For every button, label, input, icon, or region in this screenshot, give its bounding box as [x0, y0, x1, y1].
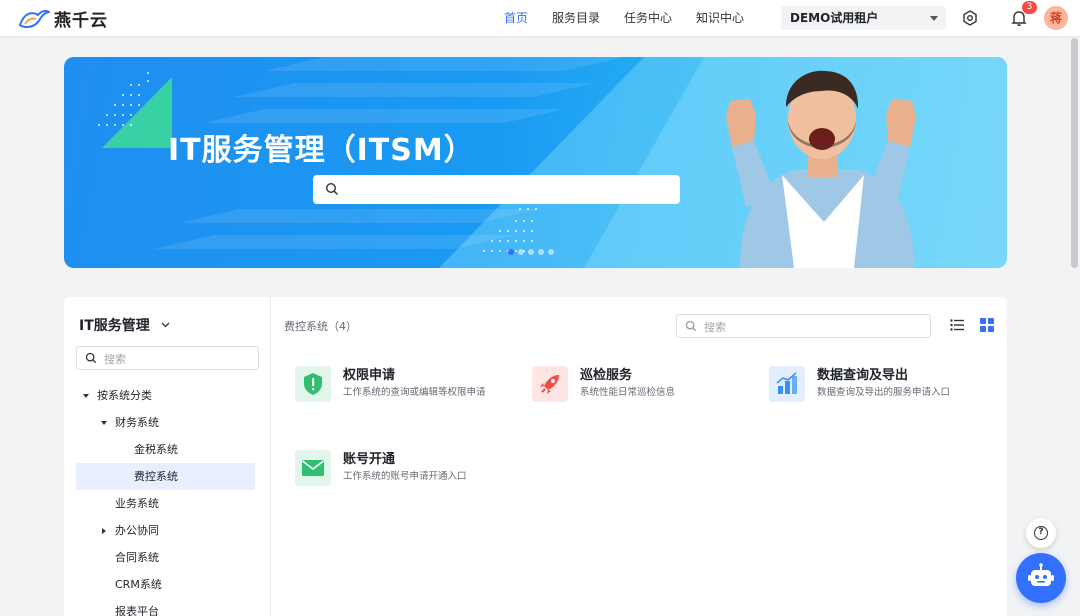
carousel-dot[interactable] — [518, 249, 524, 255]
category-tree: 按系统分类 财务系统 金税系统 费控系统 业务系统 办公协同 合同系统 CRM系… — [64, 382, 271, 616]
service-search-input[interactable]: 搜索 — [676, 314, 931, 338]
card-description: 系统性能日常巡检信息 — [580, 387, 676, 398]
card-title: 权限申请 — [343, 368, 396, 383]
list-view-icon[interactable] — [950, 318, 964, 332]
carousel-dots — [508, 249, 554, 255]
banner-title: IT服务管理（ITSM） — [168, 133, 475, 168]
catalog-selector[interactable]: IT服务管理 — [79, 315, 170, 335]
service-card-permission[interactable]: 权限申请 工作系统的查询或编辑等权限申请 — [295, 364, 515, 414]
card-title: 账号开通 — [343, 452, 396, 467]
hero-banner: IT服务管理（ITSM） — [64, 57, 1007, 268]
logo[interactable]: 燕千云 — [18, 6, 108, 31]
caret-down-icon — [83, 394, 89, 398]
swallow-logo-icon — [18, 9, 50, 28]
service-search-placeholder: 搜索 — [704, 321, 726, 334]
card-title: 数据查询及导出 — [817, 368, 909, 383]
sidebar-search-input[interactable]: 搜索 — [76, 346, 259, 370]
search-icon — [85, 352, 97, 364]
card-description: 工作系统的查询或编辑等权限申请 — [343, 387, 486, 398]
breadcrumb: 费控系统（4） — [284, 320, 357, 333]
service-card-data-export[interactable]: 数据查询及导出 数据查询及导出的服务申请入口 — [769, 364, 989, 414]
mail-icon — [295, 450, 331, 486]
settings-icon[interactable] — [961, 9, 979, 27]
caret-down-icon — [101, 421, 107, 425]
service-card-inspection[interactable]: 巡检服务 系统性能日常巡检信息 — [532, 364, 752, 414]
main-nav: 首页 服务目录 任务中心 知识中心 — [504, 0, 768, 36]
tree-item-business[interactable]: 业务系统 — [64, 490, 271, 517]
service-panel: IT服务管理 搜索 按系统分类 财务系统 金税系统 费控系统 业务系统 办公协同… — [64, 297, 1007, 616]
question-icon: ? — [1034, 526, 1048, 540]
tree-item-office[interactable]: 办公协同 — [64, 517, 271, 544]
sidebar-search-placeholder: 搜索 — [104, 353, 126, 366]
tree-item-label: 费控系统 — [134, 470, 178, 483]
carousel-dot[interactable] — [528, 249, 534, 255]
tree-item-finance[interactable]: 财务系统 — [64, 409, 271, 436]
tree-item-contract[interactable]: 合同系统 — [64, 544, 271, 571]
notification-badge: 3 — [1022, 1, 1037, 14]
nav-knowledge-center[interactable]: 知识中心 — [696, 0, 744, 36]
logo-text: 燕千云 — [54, 11, 108, 31]
carousel-dot[interactable] — [538, 249, 544, 255]
catalog-title: IT服务管理 — [79, 318, 150, 334]
tree-item-label: 报表平台 — [115, 605, 159, 616]
card-title: 巡检服务 — [580, 368, 633, 383]
top-bar: 燕千云 首页 服务目录 任务中心 知识中心 DEMO试用租户 3 蒋 — [0, 0, 1080, 36]
nav-service-catalog[interactable]: 服务目录 — [552, 0, 600, 36]
tree-item-crm[interactable]: CRM系统 — [64, 571, 271, 598]
service-content: 费控系统（4） 搜索 权限申请 工作系统的查询或编辑等权限申请 巡检服务 系统性… — [271, 297, 1007, 616]
tree-item-reports[interactable]: 报表平台 — [64, 598, 271, 616]
assistant-bot-button[interactable] — [1016, 553, 1066, 603]
robot-icon — [1028, 563, 1054, 586]
rocket-icon — [532, 366, 568, 402]
tree-item-label: 合同系统 — [115, 551, 159, 564]
search-icon — [685, 320, 697, 332]
tenant-label: DEMO试用租户 — [790, 11, 879, 25]
tenant-select[interactable]: DEMO试用租户 — [781, 6, 946, 30]
card-description: 工作系统的账号申请开通入口 — [343, 471, 467, 482]
tree-item-golden-tax[interactable]: 金税系统 — [64, 436, 271, 463]
tree-item-label: 业务系统 — [115, 497, 159, 510]
tree-item-label: 办公协同 — [115, 524, 159, 537]
caret-down-icon — [930, 16, 938, 21]
search-icon — [325, 182, 338, 195]
grid-view-icon[interactable] — [980, 318, 994, 332]
nav-task-center[interactable]: 任务中心 — [624, 0, 672, 36]
tree-item-label: CRM系统 — [115, 578, 162, 591]
page-scrollbar[interactable] — [1071, 38, 1078, 268]
nav-home[interactable]: 首页 — [504, 0, 528, 36]
tree-item-label: 财务系统 — [115, 416, 159, 429]
category-sidebar: IT服务管理 搜索 按系统分类 财务系统 金税系统 费控系统 业务系统 办公协同… — [64, 297, 271, 616]
service-card-account-open[interactable]: 账号开通 工作系统的账号申请开通入口 — [295, 448, 515, 498]
help-button[interactable]: ? — [1026, 518, 1056, 548]
caret-right-icon — [102, 528, 106, 534]
bar-chart-icon — [769, 366, 805, 402]
tree-item-expense-control[interactable]: 费控系统 — [76, 463, 255, 490]
shield-icon — [295, 366, 331, 402]
card-description: 数据查询及导出的服务申请入口 — [817, 387, 951, 398]
tree-item-label: 按系统分类 — [97, 389, 152, 402]
avatar[interactable]: 蒋 — [1044, 6, 1068, 30]
carousel-dot[interactable] — [508, 249, 514, 255]
tree-item-label: 金税系统 — [134, 443, 178, 456]
banner-search-input[interactable] — [313, 175, 680, 204]
carousel-dot[interactable] — [548, 249, 554, 255]
chevron-down-icon — [161, 322, 170, 328]
tree-item-by-system[interactable]: 按系统分类 — [64, 382, 271, 409]
